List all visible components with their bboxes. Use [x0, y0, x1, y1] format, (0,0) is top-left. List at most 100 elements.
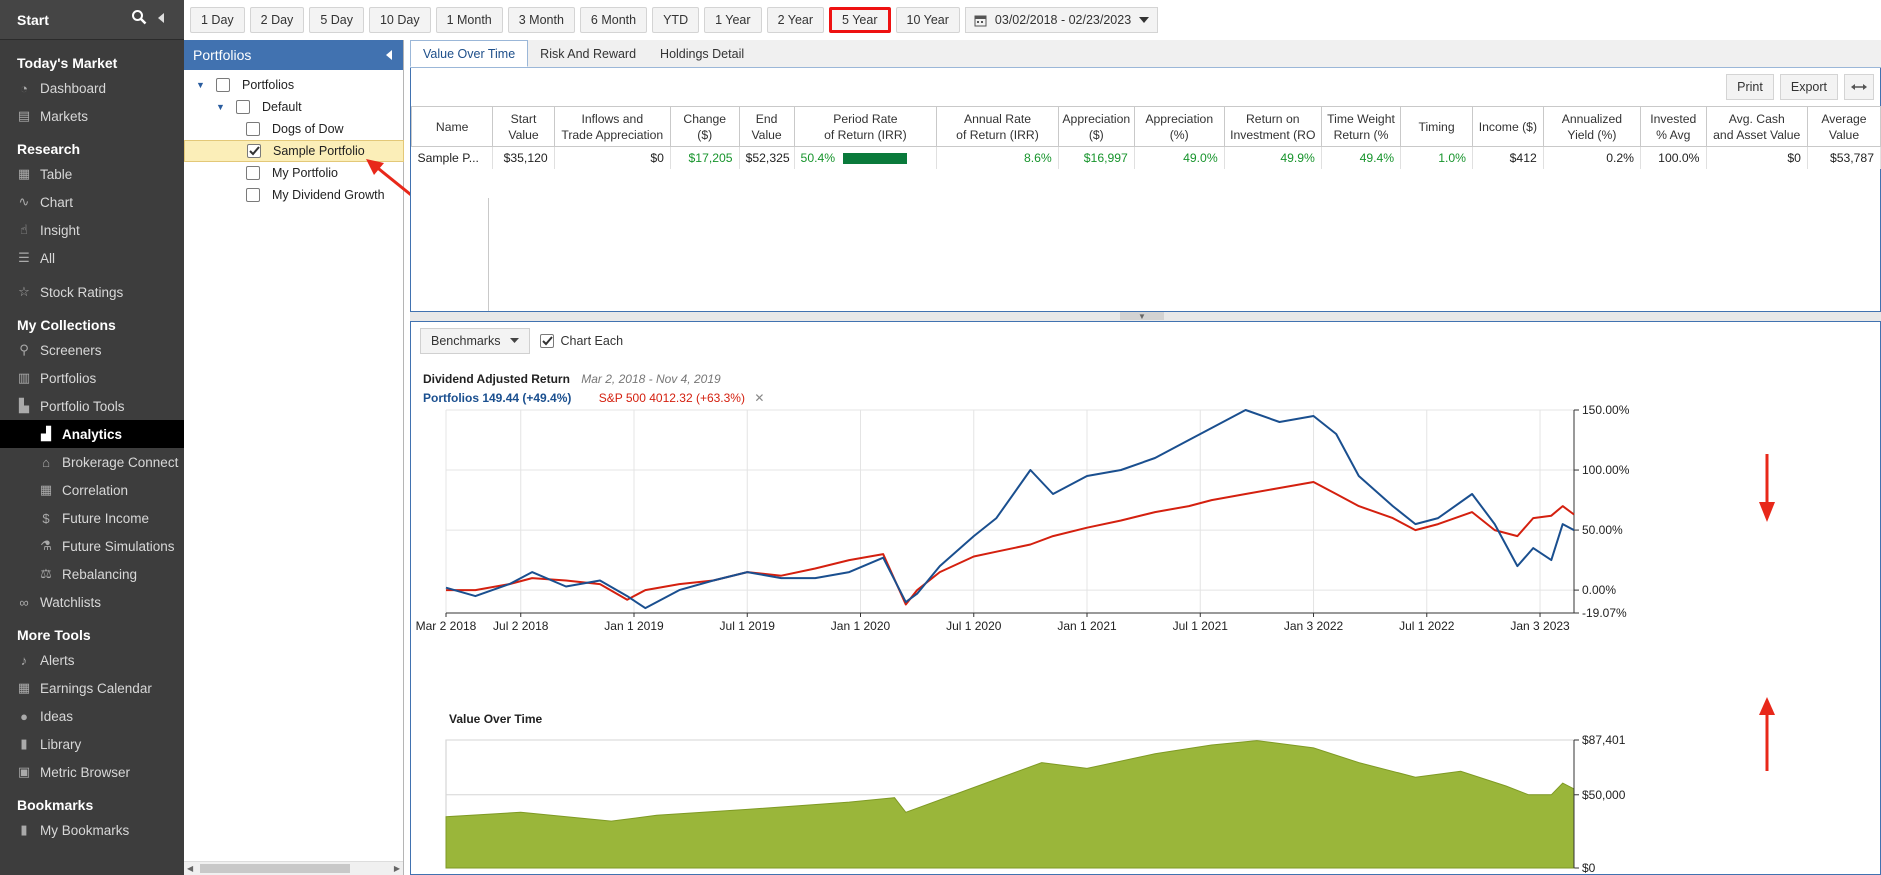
cell-avg-cash: $0 — [1706, 146, 1808, 169]
tree-root[interactable]: ▼ Portfolios — [196, 74, 294, 96]
portfolio-checkbox[interactable] — [246, 166, 260, 180]
panel-splitter[interactable]: ▼ — [410, 312, 1881, 321]
column-header[interactable]: Annual Rate of Return (IRR) — [936, 106, 1059, 147]
sidebar-item-ideas[interactable]: ● Ideas — [0, 702, 184, 730]
sidebar-item-analytics[interactable]: ▟ Analytics — [0, 420, 184, 448]
expand-caret-icon[interactable]: ▼ — [196, 80, 206, 90]
sidebar-item-stock-ratings[interactable]: ☆ Stock Ratings — [0, 278, 184, 306]
tab-holdings-detail[interactable]: Holdings Detail — [648, 40, 756, 67]
start-label: Start — [17, 11, 49, 28]
column-header[interactable]: Appreciation ($) — [1057, 106, 1135, 147]
period-button-6-month[interactable]: 6 Month — [579, 7, 648, 33]
return-line-chart[interactable]: Mar 2 2018 Jul 2 2018 Jan 1 2019 Jul 1 2019… — [411, 322, 1881, 652]
scrollbar-thumb[interactable] — [200, 864, 350, 873]
sidebar-item-brokerage-connect[interactable]: ⌂ Brokerage Connect — [0, 448, 184, 476]
period-button-3-month[interactable]: 3 Month — [507, 7, 575, 33]
period-button-5-year[interactable]: 5 Year — [829, 7, 891, 33]
expand-width-icon[interactable] — [1844, 74, 1874, 100]
table-row[interactable]: Sample P... $35,120 $0 $17,205 $52,325 5… — [411, 146, 1881, 169]
sidebar-item-portfolios[interactable]: ▥ Portfolios — [0, 364, 184, 392]
column-header[interactable]: Annualized Yield (%) — [1542, 106, 1642, 147]
column-header[interactable]: Timing — [1400, 106, 1473, 147]
column-header[interactable]: Time Weight Return (% — [1320, 106, 1402, 147]
scroll-right-icon[interactable]: ▶ — [394, 864, 400, 873]
period-button-1-day[interactable]: 1 Day — [190, 7, 245, 33]
cell-timing: 1.0% — [1400, 146, 1473, 169]
portfolio-checkbox[interactable] — [246, 188, 260, 202]
sidebar-item-insight[interactable]: ☝ Insight — [0, 216, 184, 244]
splitter-grip-icon[interactable]: ▼ — [1120, 312, 1164, 321]
horizontal-scrollbar[interactable]: ◀ ▶ — [184, 861, 403, 875]
period-button-10-year[interactable]: 10 Year — [895, 7, 960, 33]
sidebar-item-alerts[interactable]: ♪ Alerts — [0, 646, 184, 674]
column-header[interactable]: Appreciation (%) — [1133, 106, 1225, 147]
sidebar-item-dashboard[interactable]: ◔ Dashboard — [0, 74, 184, 102]
period-button-1-month[interactable]: 1 Month — [435, 7, 503, 33]
period-button-10-day[interactable]: 10 Day — [368, 7, 431, 33]
sidebar-item-my-bookmarks[interactable]: ▮ My Bookmarks — [0, 816, 184, 844]
period-button-2-year[interactable]: 2 Year — [766, 7, 825, 33]
column-header[interactable]: End Value — [738, 106, 795, 147]
sidebar: Start Today's Market ◔ Dashboard ▤ Markets Re… — [0, 0, 184, 875]
column-header[interactable]: Avg. Cash and Asset Value — [1705, 106, 1808, 147]
sidebar-item-library[interactable]: ▮ Library — [0, 730, 184, 758]
column-header[interactable]: Inflows and Trade Appreciation — [553, 106, 671, 147]
period-button-1-year[interactable]: 1 Year — [704, 7, 762, 33]
sidebar-item-label: Watchlists — [40, 594, 102, 610]
cell-avg-value: $53,787 — [1807, 146, 1881, 169]
tab-risk-and-reward[interactable]: Risk And Reward — [528, 40, 648, 67]
column-header[interactable]: Income ($) — [1471, 106, 1544, 147]
scroll-left-icon[interactable]: ◀ — [187, 864, 193, 873]
print-button[interactable]: Print — [1726, 74, 1774, 100]
sidebar-item-watchlists[interactable]: ∞ Watchlists — [0, 588, 184, 616]
tree-checkbox[interactable] — [216, 78, 230, 92]
sidebar-item-future-income[interactable]: $ Future Income — [0, 504, 184, 532]
portfolio-checkbox[interactable] — [246, 122, 260, 136]
star-icon: ☆ — [18, 284, 30, 299]
portfolio-checkbox[interactable] — [247, 144, 261, 158]
tab-value-over-time[interactable]: Value Over Time — [410, 40, 529, 67]
sidebar-item-label: All — [40, 250, 56, 266]
sidebar-item-table[interactable]: ▦ Table — [0, 160, 184, 188]
start-header[interactable]: Start — [0, 0, 184, 40]
sidebar-item-rebalancing[interactable]: ⚖ Rebalancing — [0, 560, 184, 588]
sidebar-item-label: Portfolios — [40, 370, 97, 386]
column-header[interactable]: Average Value — [1806, 106, 1881, 147]
search-icon[interactable] — [128, 9, 150, 30]
sidebar-item-label: Screeners — [40, 342, 102, 358]
sidebar-item-future-simulations[interactable]: ⚗ Future Simulations — [0, 532, 184, 560]
value-area-chart[interactable]: $87,401 $50,000 $0 — [411, 722, 1881, 874]
tree-checkbox[interactable] — [236, 100, 250, 114]
sidebar-item-portfolio-tools[interactable]: ▙ Portfolio Tools — [0, 392, 184, 420]
sidebar-item-chart[interactable]: ∿ Chart — [0, 188, 184, 216]
sidebar-item-screeners[interactable]: ⚲ Screeners — [0, 336, 184, 364]
column-header[interactable]: Period Rate of Return (IRR) — [793, 106, 938, 147]
column-header[interactable]: Change ($) — [669, 106, 740, 147]
period-button-5-day[interactable]: 5 Day — [309, 7, 364, 33]
cell-invested: 100.0% — [1640, 146, 1707, 169]
sidebar-item-correlation[interactable]: ▦ Correlation — [0, 476, 184, 504]
date-range-picker[interactable]: 03/02/2018 - 02/23/2023 — [964, 7, 1159, 33]
export-button[interactable]: Export — [1779, 74, 1838, 100]
sidebar-item-label: Future Simulations — [62, 538, 175, 554]
portfolio-tree-item[interactable]: Dogs of Dow — [246, 118, 344, 140]
column-header[interactable]: Start Value — [492, 106, 555, 147]
sidebar-item-earnings-calendar[interactable]: ▦ Earnings Calendar — [0, 674, 184, 702]
column-header[interactable]: Return on Investment (RO — [1223, 106, 1322, 147]
column-header[interactable]: Invested% Avg — [1640, 106, 1707, 147]
portfolio-tree-item[interactable]: My Portfolio — [246, 162, 338, 184]
expand-caret-icon[interactable]: ▼ — [216, 102, 226, 112]
sidebar-item-label: Correlation — [62, 482, 129, 498]
period-button-ytd[interactable]: YTD — [652, 7, 700, 33]
sidebar-section-title: My Collections — [17, 317, 116, 333]
sidebar-item-all[interactable]: ☰ All — [0, 244, 184, 272]
sidebar-item-metric-browser[interactable]: ▣ Metric Browser — [0, 758, 184, 786]
portfolio-label: My Portfolio — [272, 166, 338, 180]
tree-group[interactable]: ▼ Default — [216, 96, 302, 118]
portfolios-panel-title: Portfolios — [193, 47, 252, 63]
column-header[interactable]: Name — [410, 106, 494, 147]
period-button-2-day[interactable]: 2 Day — [249, 7, 305, 33]
sidebar-item-markets[interactable]: ▤ Markets — [0, 102, 184, 130]
collapse-panel-icon[interactable] — [385, 47, 393, 63]
collapse-sidebar-icon[interactable] — [150, 11, 172, 29]
